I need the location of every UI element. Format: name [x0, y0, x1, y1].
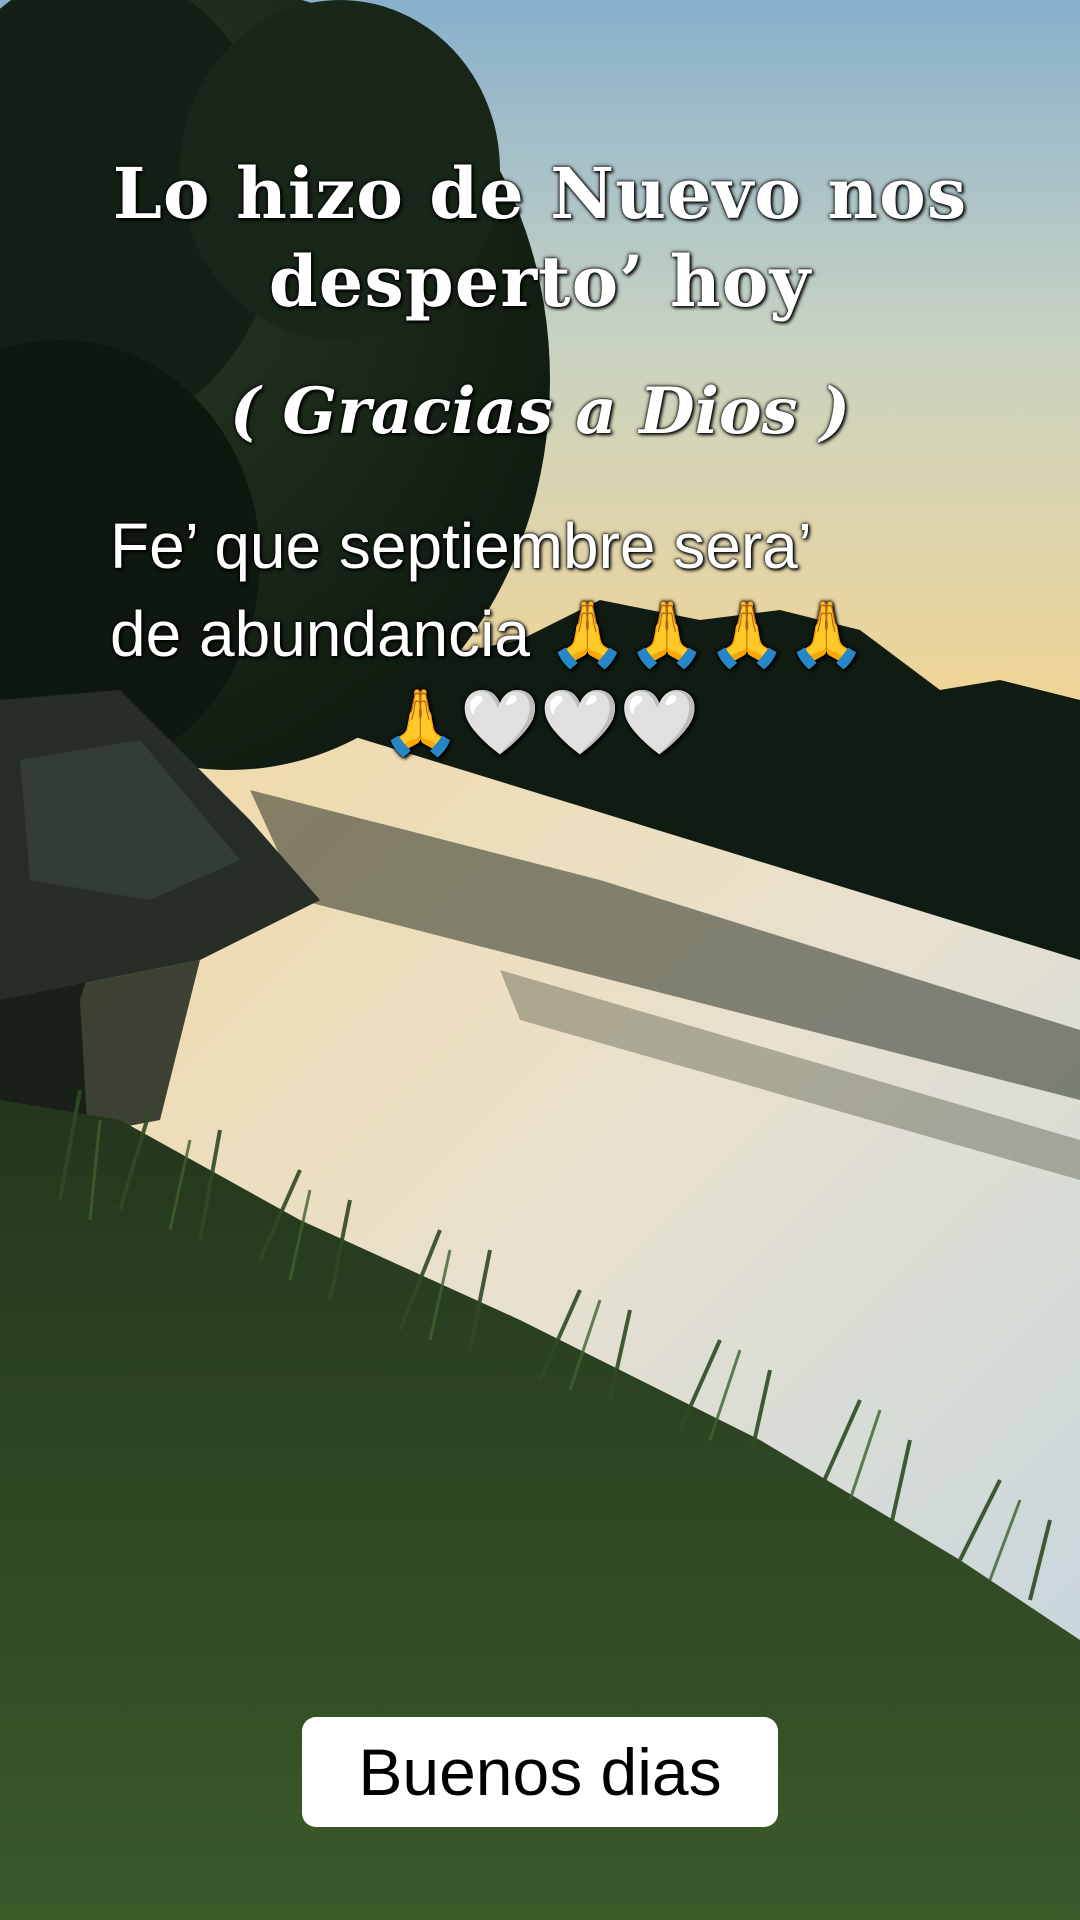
- photo-scene: Lo hizo de Nuevo nos desperto’ hoy ( Gra…: [0, 0, 1080, 1920]
- message-line-3: 🙏🤍🤍🤍: [380, 686, 700, 758]
- greeting-text: Buenos dias: [358, 1735, 722, 1809]
- title-line-2: desperto’ hoy: [268, 240, 812, 323]
- greeting-label: Buenos dias: [302, 1717, 778, 1827]
- caption-subtitle: ( Gracias a Dios ): [229, 374, 851, 449]
- caption-title: Lo hizo de Nuevo nos desperto’ hoy: [0, 150, 1080, 326]
- caption-message: Fe’ que septiembre sera’ de abundancia 🙏…: [0, 502, 1080, 766]
- title-line-1: Lo hizo de Nuevo nos: [112, 152, 968, 235]
- message-line-1: Fe’ que septiembre sera’: [110, 510, 812, 582]
- message-line-2: de abundancia 🙏🙏🙏🙏: [110, 598, 867, 670]
